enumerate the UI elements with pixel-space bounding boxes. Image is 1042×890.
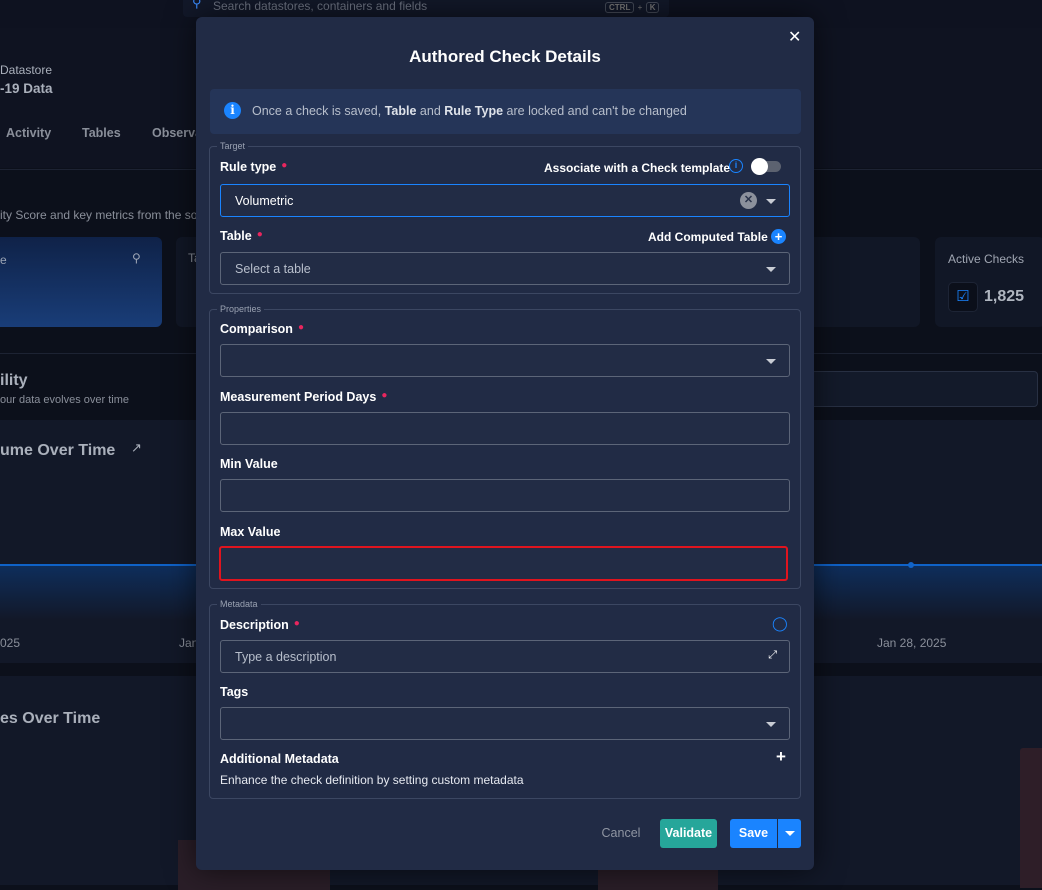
- select-value: Volumetric: [235, 194, 294, 208]
- info-banner: i Once a check is saved, Table and Rule …: [210, 89, 801, 134]
- toggle-knob: [751, 158, 768, 175]
- chevron-down-icon[interactable]: [766, 199, 776, 204]
- target-section: Target Rule type ● Associate with a Check…: [209, 141, 801, 294]
- validate-button[interactable]: Validate: [660, 819, 717, 848]
- clear-icon[interactable]: ✕: [740, 192, 757, 209]
- label-text: Table: [220, 229, 252, 243]
- label-text: Add Computed Table: [648, 230, 768, 244]
- overview-subtitle: ity Score and key metrics from the so: [0, 208, 198, 222]
- select-placeholder: Select a table: [235, 262, 311, 276]
- section-legend: Metadata: [217, 599, 261, 609]
- section-legend: Properties: [217, 304, 265, 314]
- expand-icon[interactable]: ⤢: [768, 649, 777, 662]
- filter-input[interactable]: [805, 371, 1038, 407]
- cancel-button[interactable]: Cancel: [591, 819, 651, 848]
- check-icon: ☑: [948, 282, 978, 312]
- info-text: Once a check is saved,: [252, 104, 385, 118]
- required-marker: ●: [256, 229, 263, 240]
- shortcut-hint: CTRL + K: [605, 0, 660, 14]
- additional-metadata-title: Additional Metadata: [220, 752, 339, 766]
- authored-check-dialog: Authored Check Details ✕ i Once a check …: [196, 17, 814, 870]
- required-marker: ●: [293, 618, 300, 629]
- card-label: Active Checks: [948, 252, 1025, 266]
- search-icon[interactable]: ⚲: [132, 251, 141, 265]
- plus-circle-icon[interactable]: +: [771, 229, 786, 244]
- properties-section: Properties Comparison ● Measurement Perio…: [209, 304, 801, 589]
- dialog-title: Authored Check Details: [409, 47, 601, 66]
- required-marker: ●: [297, 322, 304, 333]
- external-link-icon[interactable]: ↗: [131, 440, 142, 456]
- measurement-period-input[interactable]: [220, 412, 790, 445]
- additional-metadata-description: Enhance the check definition by setting …: [220, 773, 524, 787]
- save-button[interactable]: Save: [730, 819, 777, 848]
- add-computed-table-button[interactable]: Add Computed Table: [648, 230, 768, 244]
- table-select[interactable]: Select a table: [220, 252, 790, 285]
- search-icon: ⚲: [192, 0, 202, 10]
- label-text: Comparison: [220, 322, 293, 336]
- template-label: Associate with a Check template: [544, 161, 731, 175]
- period-label: Measurement Period Days ●: [220, 390, 387, 404]
- section-title: ility: [0, 372, 28, 389]
- active-checks-value: 1,825: [984, 288, 1025, 305]
- min-value-label: Min Value: [220, 457, 278, 471]
- label-text: Rule type: [220, 160, 277, 174]
- label-text: Measurement Period Days: [220, 390, 377, 404]
- kbd-k: K: [645, 2, 660, 13]
- rule-type-label: Rule type ●: [220, 160, 287, 174]
- kbd-ctrl: CTRL: [605, 2, 635, 13]
- global-search[interactable]: ⚲ Search datastores, containers and fiel…: [183, 0, 669, 17]
- required-marker: ●: [381, 390, 388, 401]
- tags-label: Tags: [220, 685, 249, 699]
- data-point: [908, 562, 914, 568]
- chevron-down-icon[interactable]: [766, 359, 776, 364]
- close-icon[interactable]: ✕: [788, 27, 801, 47]
- table-label: Table ●: [220, 229, 263, 243]
- datastore-label: Datastore: [0, 63, 53, 77]
- card-label: e: [0, 253, 7, 267]
- tab-activity[interactable]: Activity: [6, 126, 51, 140]
- chevron-down-icon[interactable]: [766, 722, 776, 727]
- bar: [1020, 748, 1042, 888]
- section-subtitle: our data evolves over time: [0, 394, 130, 406]
- description-label: Description ●: [220, 618, 300, 632]
- required-marker: ●: [281, 160, 288, 171]
- kbd-plus: +: [637, 3, 643, 12]
- chart-title: ume Over Time: [0, 442, 116, 459]
- comparison-select[interactable]: [220, 344, 790, 377]
- max-value-input[interactable]: [219, 546, 788, 581]
- max-value-label: Max Value: [220, 525, 281, 539]
- chevron-down-icon[interactable]: [766, 267, 776, 272]
- tab-tables[interactable]: Tables: [82, 126, 121, 140]
- quality-score-card[interactable]: e ⚲: [0, 237, 162, 327]
- search-placeholder: Search datastores, containers and fields: [213, 0, 428, 13]
- save-options-button[interactable]: [778, 819, 801, 848]
- section-legend: Target: [217, 141, 249, 151]
- label-text: Description: [220, 618, 289, 632]
- datastore-name: -19 Data: [0, 81, 53, 96]
- template-toggle[interactable]: [751, 158, 781, 175]
- metadata-section: Metadata Description ● ◯ Type a descripti…: [209, 599, 801, 799]
- input-placeholder: Type a description: [235, 650, 337, 664]
- min-value-input[interactable]: [220, 479, 790, 512]
- chart-title: es Over Time: [0, 710, 101, 727]
- active-checks-card: Active Checks ☑ 1,825: [935, 237, 1042, 327]
- lightbulb-icon[interactable]: ◯: [772, 615, 788, 632]
- info-bold: Rule Type: [444, 104, 504, 118]
- tab-observability[interactable]: Observa: [152, 126, 202, 140]
- tags-select[interactable]: [220, 707, 790, 740]
- x-tick: 025: [0, 636, 21, 650]
- info-text: and: [416, 104, 445, 118]
- description-input[interactable]: Type a description ⤢: [220, 640, 790, 673]
- info-icon[interactable]: i: [729, 159, 743, 173]
- comparison-label: Comparison ●: [220, 322, 304, 336]
- add-metadata-icon[interactable]: +: [776, 747, 786, 767]
- info-bold: Table: [384, 104, 417, 118]
- info-text: are locked and can't be changed: [503, 104, 687, 118]
- x-tick: Jan 28, 2025: [877, 636, 947, 650]
- rule-type-select[interactable]: Volumetric ✕: [220, 184, 790, 217]
- info-icon: i: [224, 102, 241, 119]
- metric-card: [800, 237, 920, 327]
- chevron-down-icon: [785, 831, 795, 836]
